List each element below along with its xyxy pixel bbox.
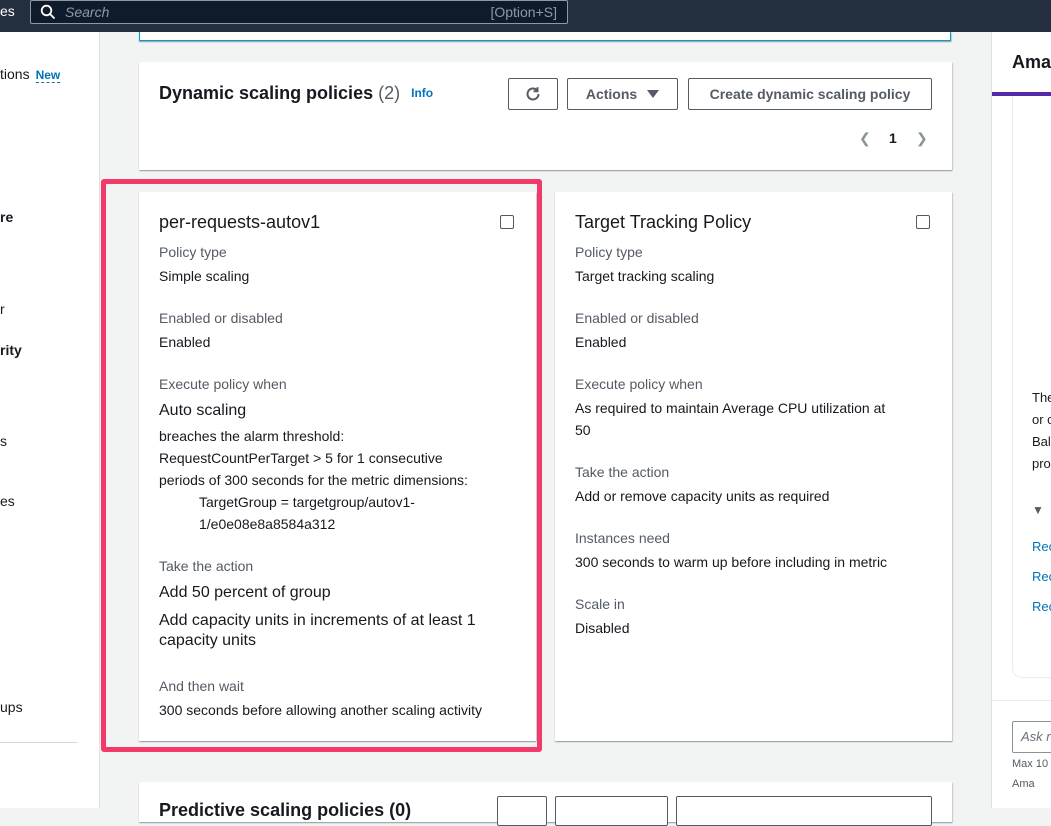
action-label: Take the action <box>575 464 670 480</box>
new-badge: New <box>35 68 61 83</box>
enabled-label: Enabled or disabled <box>575 310 699 326</box>
predictive-section-title: Predictive scaling policies (0) <box>159 800 412 820</box>
actions-label: Actions <box>585 86 638 102</box>
execute-line: periods of 300 seconds for the metric di… <box>159 472 468 488</box>
dynamic-scaling-policies-header: Dynamic scaling policies (2) Info Action… <box>139 62 952 170</box>
action-line: capacity units <box>159 632 256 649</box>
search-input[interactable]: Search [Option+S] <box>30 0 568 24</box>
help-panel-content-box <box>1012 96 1051 678</box>
execute-line: RequestCountPerTarget > 5 for 1 consecut… <box>159 450 443 466</box>
search-shortcut-hint: [Option+S] <box>490 4 557 20</box>
nav-item-rity[interactable]: rity <box>0 342 22 358</box>
predictive-actions-button[interactable] <box>555 796 668 826</box>
nav-item-re[interactable]: re <box>0 209 13 225</box>
actions-dropdown-button[interactable]: Actions <box>567 78 678 110</box>
action-increment: Add capacity units in increments of at l… <box>159 611 476 651</box>
previous-panel-bottom <box>139 32 951 41</box>
help-panel: Ama The or c Bal pro ▼ Rec Rec Rec Ask r… <box>991 32 1051 808</box>
nav-item-label: tions <box>0 66 30 82</box>
pagination: ❮ 1 ❯ <box>859 130 929 150</box>
policy-type-value: Target tracking scaling <box>575 268 715 284</box>
policy-select-checkbox[interactable] <box>916 215 930 229</box>
execute-dimension: 1/e0e08e8a8584a312 <box>199 516 336 532</box>
help-panel-divider <box>992 700 1051 701</box>
policy-title: per-requests-autov1 <box>159 212 321 232</box>
search-placeholder: Search <box>65 4 110 20</box>
ask-input[interactable]: Ask r <box>1012 721 1051 753</box>
execute-line: 50 <box>575 422 591 438</box>
help-link[interactable]: Rec <box>1032 569 1051 584</box>
execute-label: Execute policy when <box>575 376 703 392</box>
policy-type-label: Policy type <box>159 244 227 260</box>
scale-in-value: Disabled <box>575 620 630 636</box>
nav-item-ups[interactable]: ups <box>0 699 23 715</box>
help-link[interactable]: Rec <box>1032 599 1051 614</box>
nav-item-tions[interactable]: tions New <box>0 66 61 83</box>
ask-input-placeholder: Ask r <box>1021 729 1051 744</box>
wait-value: 300 seconds before allowing another scal… <box>159 702 482 718</box>
policy-count: (2) <box>378 83 401 103</box>
enabled-value: Enabled <box>159 334 211 350</box>
policy-card-per-requests-autov1: per-requests-autov1 Policy type Simple s… <box>139 192 536 741</box>
instances-label: Instances need <box>575 530 670 546</box>
action-line: Add capacity units in increments of at l… <box>159 612 476 629</box>
help-footer-text: Ama <box>1012 778 1035 790</box>
instances-value: 300 seconds to warm up before including … <box>575 554 888 570</box>
search-icon <box>40 4 56 20</box>
wait-label: And then wait <box>159 678 244 694</box>
execute-line: breaches the alarm threshold: <box>159 428 345 444</box>
enabled-value: Enabled <box>575 334 627 350</box>
enabled-label: Enabled or disabled <box>159 310 283 326</box>
services-menu-fragment[interactable]: es <box>0 3 15 19</box>
execute-main: Auto scaling <box>159 402 247 419</box>
caret-down-icon[interactable]: ▼ <box>1032 503 1044 517</box>
execute-line: As required to maintain Average CPU util… <box>575 400 886 416</box>
policy-type-value: Simple scaling <box>159 268 250 284</box>
chevron-left-icon[interactable]: ❮ <box>859 130 871 147</box>
info-link[interactable]: Info <box>411 86 433 100</box>
execute-value: As required to maintain Average CPU util… <box>575 397 885 441</box>
help-text-line: Bal <box>1032 434 1051 449</box>
create-predictive-policy-button[interactable] <box>676 796 932 826</box>
refresh-button[interactable] <box>508 78 558 110</box>
nav-item-es[interactable]: es <box>0 493 15 509</box>
execute-label: Execute policy when <box>159 376 287 392</box>
caret-down-icon <box>647 90 660 98</box>
execute-condition: breaches the alarm threshold: RequestCou… <box>159 425 468 535</box>
scale-in-label: Scale in <box>575 596 625 612</box>
help-panel-title: Ama <box>1012 52 1051 72</box>
top-navigation-bar: es Search [Option+S] <box>0 0 1051 32</box>
nav-item-s[interactable]: s <box>0 433 7 449</box>
execute-dimension: TargetGroup = targetgroup/autov1- <box>199 494 415 510</box>
action-main: Add 50 percent of group <box>159 584 331 601</box>
max-characters-hint: Max 10 <box>1012 758 1049 770</box>
policy-type-label: Policy type <box>575 244 643 260</box>
create-dynamic-scaling-policy-button[interactable]: Create dynamic scaling policy <box>688 78 932 110</box>
action-value: Add or remove capacity units as required <box>575 488 830 504</box>
nav-divider <box>0 742 78 743</box>
action-label: Take the action <box>159 558 254 574</box>
section-title: Dynamic scaling policies (2) Info <box>159 83 433 104</box>
policy-card-target-tracking: Target Tracking Policy Policy type Targe… <box>555 192 952 741</box>
nav-item-r[interactable]: r <box>0 301 5 317</box>
policy-title: Target Tracking Policy <box>575 212 752 232</box>
predictive-scaling-policies-panel: Predictive scaling policies (0) <box>139 782 952 826</box>
current-page[interactable]: 1 <box>889 130 897 146</box>
left-navigation: tions New re r rity s es ups <box>0 32 100 808</box>
help-link[interactable]: Rec <box>1032 539 1051 554</box>
predictive-refresh-button[interactable] <box>497 796 547 826</box>
chevron-right-icon[interactable]: ❯ <box>916 130 928 147</box>
section-title-text: Dynamic scaling policies <box>159 83 374 103</box>
help-text-line: The <box>1032 390 1051 405</box>
policy-select-checkbox[interactable] <box>500 215 514 229</box>
refresh-icon <box>526 87 540 101</box>
help-text-line: or c <box>1032 412 1051 427</box>
help-text-line: pro <box>1032 456 1051 471</box>
